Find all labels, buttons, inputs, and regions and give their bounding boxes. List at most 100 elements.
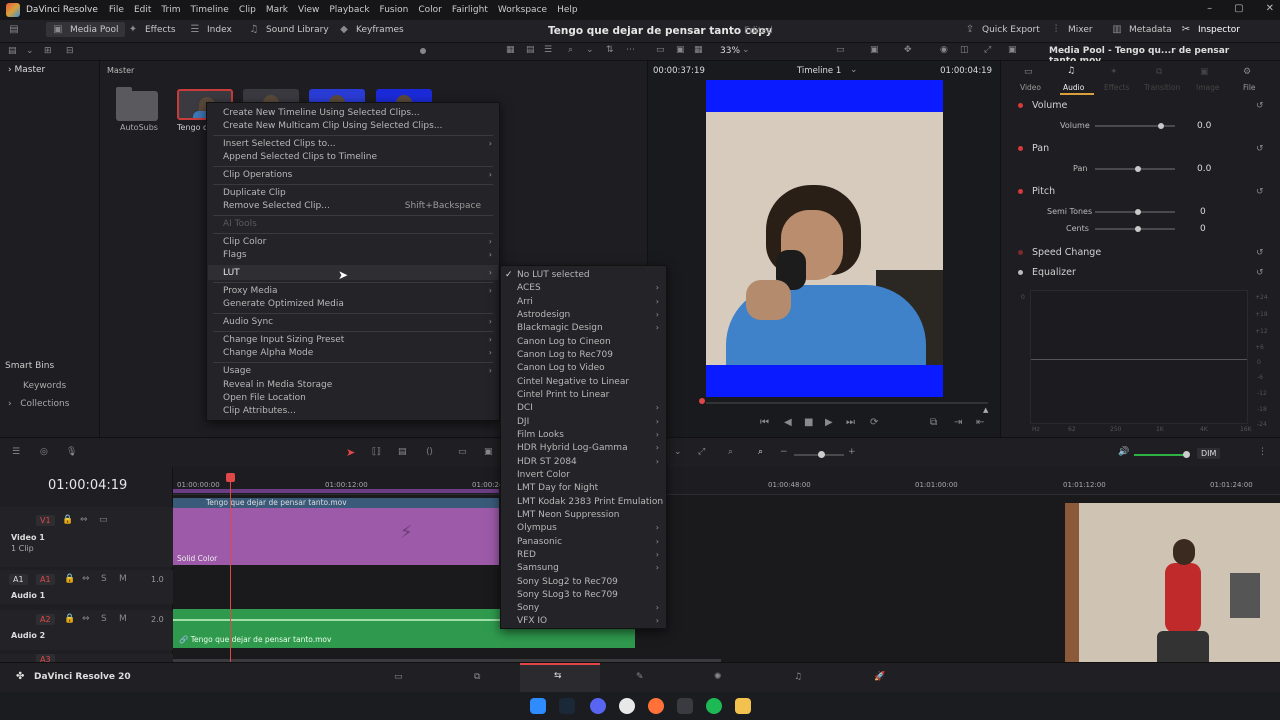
menu-workspace[interactable]: Workspace (498, 5, 547, 15)
timeline-more-icon[interactable]: ⋮ (1258, 447, 1267, 457)
menu-fusion[interactable]: Fusion (380, 5, 409, 15)
menu-reveal-media-storage[interactable]: Reveal in Media Storage (223, 380, 332, 390)
menu-help[interactable]: Help (557, 5, 578, 15)
equalizer-section[interactable]: Equalizer (1032, 267, 1076, 278)
zoom-detail-icon[interactable]: ⌕ (728, 447, 733, 457)
inspector-button[interactable]: ✂ Inspector (1180, 24, 1240, 35)
lut-dji[interactable]: DJI (517, 417, 529, 427)
maximize-icon[interactable]: ▢ (1234, 3, 1243, 14)
menu-insert-selected[interactable]: Insert Selected Clips to... (223, 139, 336, 149)
timeline-options-icon[interactable]: ☰ (12, 447, 20, 457)
timeline-dropdown-icon[interactable]: ⌄ (850, 65, 858, 75)
menu-timeline[interactable]: Timeline (191, 5, 229, 15)
mixer-button[interactable]: ⫶ Mixer (1050, 24, 1093, 35)
dynamic-trim-icon[interactable]: ▤ (398, 447, 407, 457)
tab-audio[interactable]: Audio (1063, 83, 1084, 92)
windows-start-icon[interactable] (530, 698, 546, 714)
zoom-level[interactable]: 33% (720, 46, 740, 56)
menu-change-input-sizing[interactable]: Change Input Sizing Preset (223, 335, 344, 345)
menu-open-file-location[interactable]: Open File Location (223, 393, 306, 403)
lut-sony[interactable]: Sony (517, 603, 539, 613)
smart-bin-keywords[interactable]: Keywords (23, 381, 66, 391)
visibility-icon[interactable]: ▭ (99, 515, 108, 525)
speed-change-section[interactable]: Speed Change (1032, 247, 1101, 258)
video-clip-header[interactable]: Tengo que dejar de pensar tanto.mov (173, 498, 499, 508)
menu-mark[interactable]: Mark (266, 5, 288, 15)
lut-hdr-hlg[interactable]: HDR Hybrid Log-Gamma (517, 443, 628, 453)
master-volume-knob[interactable] (1183, 451, 1190, 458)
menu-remove-clip[interactable]: Remove Selected Clip... (223, 201, 330, 211)
skip-back-icon[interactable]: ⏮ (760, 417, 769, 428)
zoom-custom-icon[interactable]: ⌕ (758, 447, 763, 457)
track-header-a3[interactable]: A3 (0, 654, 173, 662)
fullscreen-icon[interactable]: ⤢ (984, 45, 991, 55)
menu-color[interactable]: Color (418, 5, 442, 15)
menu-file[interactable]: File (109, 5, 124, 15)
lut-sony-slog2[interactable]: Sony SLog2 to Rec709 (517, 577, 618, 587)
playhead[interactable] (230, 475, 231, 662)
video-tab-icon[interactable]: ▭ (1024, 67, 1033, 77)
track-header-v1[interactable]: V1 🔒 ⇔ ▭ Video 1 1 Clip (0, 507, 173, 567)
lut-blackmagic[interactable]: Blackmagic Design (517, 323, 603, 333)
cut-page-icon[interactable]: ⧉ (474, 672, 480, 682)
minimize-icon[interactable]: – (1207, 3, 1212, 14)
menu-clip-attributes[interactable]: Clip Attributes... (223, 406, 296, 416)
index-button[interactable]: ☰ Index (189, 24, 232, 35)
pan-value[interactable]: 0.0 (1197, 164, 1211, 174)
more-icon[interactable]: ⋯ (626, 45, 635, 55)
menu-trim[interactable]: Trim (161, 5, 180, 15)
dropdown-icon[interactable]: ⌄ (586, 45, 594, 55)
voiceover-icon[interactable]: 🎙 (66, 447, 77, 457)
lut-olympus[interactable]: Olympus (517, 523, 557, 533)
edit-page-tab[interactable]: ⇆ (520, 663, 600, 693)
mute-icon[interactable]: M (119, 574, 127, 584)
pitch-section[interactable]: Pitch (1032, 186, 1055, 197)
zoom-out-icon[interactable]: − (780, 447, 788, 457)
reset-icon[interactable]: ↺ (1256, 187, 1264, 197)
lut-dci[interactable]: DCI (517, 403, 533, 413)
smart-bins-header[interactable]: Smart Bins (5, 361, 54, 371)
sidebar-toggle-icon[interactable]: ▤ (8, 46, 17, 56)
menu-append-selected[interactable]: Append Selected Clips to Timeline (223, 152, 377, 162)
firefox-icon[interactable] (648, 698, 664, 714)
audio-tab-icon[interactable]: ♫ (1067, 66, 1075, 76)
lut-invert-color[interactable]: Invert Color (517, 470, 570, 480)
equalizer-toggle[interactable] (1018, 270, 1023, 275)
lock-icon[interactable]: 🔒 (64, 614, 75, 624)
fusion-page-icon[interactable]: ✎ (636, 672, 644, 682)
zoom-in-icon[interactable]: + (848, 447, 856, 457)
viewer-split-icon[interactable]: ▣ (676, 45, 685, 55)
master-volume-slider[interactable] (1134, 454, 1188, 456)
lut-cintel-negative[interactable]: Cintel Negative to Linear (517, 377, 629, 387)
a2-badge[interactable]: A2 (36, 614, 55, 625)
lut-film-looks[interactable]: Film Looks (517, 430, 564, 440)
metadata-button[interactable]: ▥ Metadata (1111, 24, 1171, 35)
stop-icon[interactable]: ■ (804, 417, 813, 428)
quick-export-button[interactable]: ⇪ Quick Export (964, 24, 1040, 35)
lut-neon-suppression[interactable]: LMT Neon Suppression (517, 510, 619, 520)
solo-icon[interactable]: S (101, 574, 107, 584)
davinci-taskbar-icon[interactable] (677, 698, 693, 714)
menu-fairlight[interactable]: Fairlight (452, 5, 488, 15)
menu-audio-sync[interactable]: Audio Sync (223, 317, 273, 327)
sort-icon[interactable]: ⇅ (606, 45, 614, 55)
viewer-layout-icon[interactable]: ▭ (656, 45, 665, 55)
step-back-icon[interactable]: ◀ (784, 417, 792, 428)
lut-hdr-st2084[interactable]: HDR ST 2084 (517, 457, 577, 467)
deliver-page-icon[interactable]: 🚀 (874, 672, 885, 682)
volume-knob[interactable] (1158, 123, 1164, 129)
solo-icon[interactable]: S (101, 614, 107, 624)
panel-toggle[interactable]: ▤ (8, 24, 20, 35)
lut-sony-slog3[interactable]: Sony SLog3 to Rec709 (517, 590, 618, 600)
menu-duplicate-clip[interactable]: Duplicate Clip (223, 188, 286, 198)
menu-usage[interactable]: Usage (223, 366, 251, 376)
speed-change-toggle[interactable] (1018, 250, 1023, 255)
play-icon[interactable]: ▶ (825, 417, 833, 428)
solid-color-clip[interactable]: ⚡ Solid Color (173, 508, 499, 565)
lock-icon[interactable]: 🔒 (62, 515, 73, 525)
mute-icon[interactable]: M (119, 614, 127, 624)
menu-playback[interactable]: Playback (329, 5, 369, 15)
lut-panasonic[interactable]: Panasonic (517, 537, 562, 547)
strip-view-icon[interactable]: ▤ (526, 45, 535, 55)
viewer-mode-icon[interactable]: ▦ (694, 45, 703, 55)
